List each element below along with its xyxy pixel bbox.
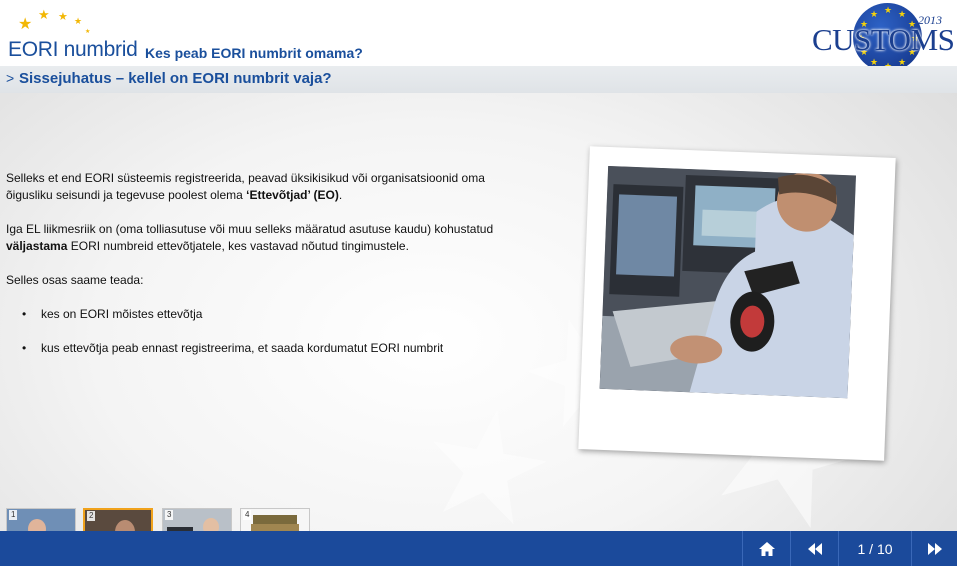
star-icon: ★: [74, 17, 83, 27]
section-title-bar: > Sissejuhatus – kellel on EORI numbrit …: [0, 66, 957, 93]
customs-officer-photo: [599, 165, 857, 399]
list-item-text: kes on EORI mõistes ettevõtja: [41, 307, 203, 321]
eu-stars-decoration: ★ ★ ★ ★ ★: [16, 6, 96, 40]
header: ★ ★ ★ ★ ★ EORI numbrid Kes peab EORI num…: [0, 0, 957, 72]
bullet-icon: •: [22, 307, 27, 321]
rewind-icon: [807, 542, 822, 555]
intro-end: .: [338, 188, 343, 202]
customs-2013-logo: ★ ★ ★ ★ ★ ★ ★ ★ ★ ★ ★ ★ CUSTOMS 2013: [812, 2, 955, 74]
list-item: • kes on EORI mõistes ettevõtja: [6, 306, 516, 323]
intro-emphasis: ‘Ettevõtjad’ (EO): [246, 188, 339, 202]
chevron-right-icon: >: [6, 70, 15, 86]
logo-year: 2013: [918, 13, 942, 27]
home-icon: [758, 541, 775, 556]
module-subtitle: Kes peab EORI numbrit omama?: [145, 45, 363, 61]
star-icon: ★: [85, 28, 91, 35]
slide-content: Selleks et end EORI süsteemis registreer…: [6, 170, 516, 357]
section-title: Sissejuhatus – kellel on EORI numbrit va…: [19, 70, 332, 87]
fast-forward-icon: [927, 542, 942, 555]
previous-button[interactable]: [790, 531, 838, 566]
thumbnail-number: 2: [87, 511, 96, 521]
member-state-emphasis: väljastama: [6, 239, 68, 253]
list-item: • kus ettevõtja peab ennast registreerima…: [6, 340, 516, 357]
home-button[interactable]: [742, 531, 790, 566]
slide-stage: ★ ★ ★ ★ ★ ★ ★ ★ EORI numbrid Kes peab EO…: [0, 0, 957, 566]
thumbnail-number: 4: [243, 510, 252, 520]
member-state-text: Iga EL liikmesriik on (oma tolliasutuse …: [6, 222, 494, 236]
member-state-paragraph: Iga EL liikmesriik on (oma tolliasutuse …: [6, 221, 516, 255]
learning-intro: Selles osas saame teada:: [6, 273, 144, 287]
footer-nav-bar: 1 / 10: [0, 531, 957, 566]
star-icon: ★: [38, 8, 50, 23]
module-title: EORI numbrid: [8, 38, 138, 61]
bullet-icon: •: [22, 341, 27, 355]
star-icon: ★: [18, 14, 33, 33]
member-state-text-end: EORI numbreid ettevõtjatele, kes vastava…: [67, 239, 409, 253]
next-button[interactable]: [911, 531, 957, 566]
page-indicator: 1 / 10: [838, 531, 911, 566]
star-icon: ★: [58, 10, 68, 23]
thumbnail-number: 3: [165, 510, 174, 520]
photo-frame: [578, 146, 896, 461]
thumbnail-number: 1: [9, 510, 18, 520]
list-item-text: kus ettevõtja peab ennast registreerima,…: [41, 341, 444, 355]
intro-paragraph: Selleks et end EORI süsteemis registreer…: [6, 170, 516, 204]
